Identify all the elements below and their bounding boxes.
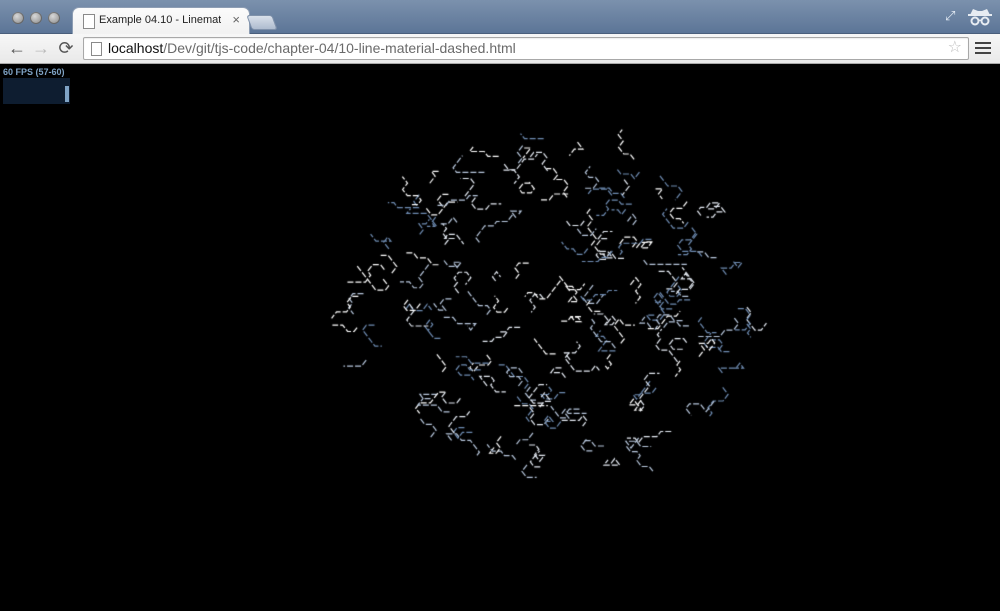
bookmark-star-icon[interactable]: ☆	[948, 38, 962, 58]
browser-window: Example 04.10 - Linemater × ⤢ ← → ⟳ loca…	[0, 0, 1000, 611]
tab-close-icon[interactable]: ×	[232, 12, 240, 28]
back-arrow-icon[interactable]: ←	[7, 38, 27, 58]
maximize-window-button[interactable]	[48, 12, 60, 24]
fps-graph	[3, 78, 70, 104]
minimize-window-button[interactable]	[30, 12, 42, 24]
page-icon	[91, 42, 102, 56]
url-path: /Dev/git/tjs-code/chapter-04/10-line-mat…	[163, 40, 516, 56]
hamburger-menu-icon[interactable]	[975, 40, 991, 56]
title-bar: Example 04.10 - Linemater × ⤢	[0, 0, 1000, 35]
page-icon	[83, 14, 95, 29]
forward-arrow-icon[interactable]: →	[31, 38, 51, 58]
webgl-scene-canvas[interactable]	[0, 64, 1000, 611]
tab-title: Example 04.10 - Linemater	[99, 14, 221, 26]
page-viewport: 60 FPS (57-60)	[0, 64, 1000, 611]
fps-stats-panel[interactable]: 60 FPS (57-60)	[0, 64, 72, 106]
url-text[interactable]: localhost/Dev/git/tjs-code/chapter-04/10…	[108, 40, 516, 57]
fullscreen-icon[interactable]: ⤢	[945, 9, 959, 23]
toolbar: ← → ⟳ localhost/Dev/git/tjs-code/chapter…	[0, 34, 1000, 64]
fps-label: 60 FPS (57-60)	[3, 67, 65, 77]
new-tab-button[interactable]	[246, 15, 278, 30]
fps-graph-bar	[65, 86, 69, 102]
incognito-icon	[966, 4, 994, 30]
close-window-button[interactable]	[12, 12, 24, 24]
tab-active[interactable]: Example 04.10 - Linemater ×	[72, 7, 250, 35]
url-host: localhost	[108, 40, 164, 56]
address-bar[interactable]: localhost/Dev/git/tjs-code/chapter-04/10…	[83, 37, 969, 60]
reload-icon[interactable]: ⟳	[56, 38, 76, 58]
